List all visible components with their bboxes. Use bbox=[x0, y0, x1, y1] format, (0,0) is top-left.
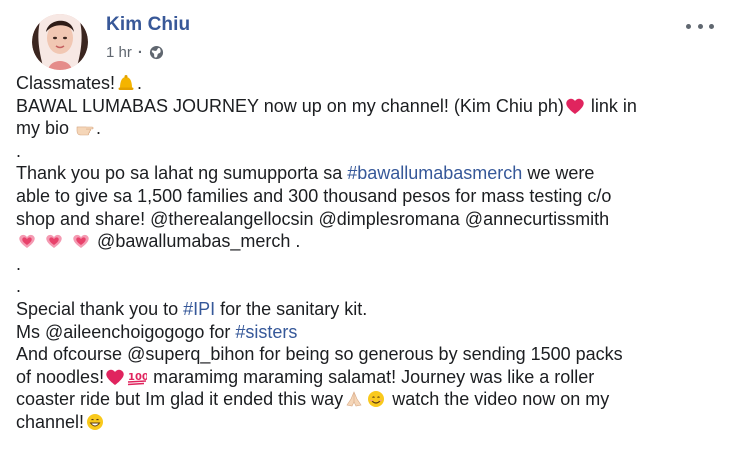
folded-hands-icon bbox=[344, 390, 364, 408]
globe-icon bbox=[149, 45, 164, 60]
avatar[interactable] bbox=[32, 14, 88, 70]
post-line: @bawallumabas_merch . bbox=[16, 230, 736, 253]
hashtag-link[interactable]: #bawallumabasmerch bbox=[347, 163, 522, 183]
post-line: Thank you po sa lahat ng sumupporta sa #… bbox=[16, 163, 595, 184]
post-line: . bbox=[16, 253, 22, 274]
post-line: BAWAL LUMABAS JOURNEY now up on my chann… bbox=[16, 95, 637, 116]
post-line: . bbox=[16, 140, 22, 161]
post-line: my bio . bbox=[16, 118, 102, 139]
red-heart-icon bbox=[105, 368, 125, 386]
pointing-hand-icon bbox=[75, 119, 95, 137]
meta-separator: · bbox=[137, 44, 143, 61]
pink-heart-icon bbox=[17, 232, 37, 250]
post-line: shop and share! @therealangellocsin @dim… bbox=[16, 208, 610, 229]
facebook-post: Kim Chiu 1 hr · Classmates!. BAWAL LUMAB… bbox=[0, 0, 750, 450]
post-line: able to give sa 1,500 families and 300 t… bbox=[16, 185, 612, 206]
post-time[interactable]: 1 hr bbox=[106, 44, 132, 61]
author-name[interactable]: Kim Chiu bbox=[106, 14, 190, 36]
hashtag-link[interactable]: #sisters bbox=[235, 322, 297, 342]
pink-heart-icon bbox=[44, 232, 64, 250]
post-content: Classmates!. BAWAL LUMABAS JOURNEY now u… bbox=[16, 72, 736, 434]
post-meta: 1 hr · bbox=[106, 44, 164, 61]
hundred-points-icon: 100 bbox=[127, 368, 147, 386]
pink-heart-icon bbox=[71, 232, 91, 250]
hashtag-link[interactable]: #IPI bbox=[183, 299, 215, 319]
smiling-face-icon bbox=[366, 390, 386, 408]
post-line: of noodles! 100 maramimg maraming salamat… bbox=[16, 366, 595, 387]
post-line: . bbox=[16, 276, 22, 297]
post-line: channel! bbox=[16, 411, 736, 434]
post-line: coaster ride but Im glad it ended this w… bbox=[16, 389, 610, 410]
red-heart-icon bbox=[565, 97, 585, 115]
grinning-face-icon bbox=[85, 413, 105, 431]
more-options-icon[interactable] bbox=[686, 16, 714, 36]
profile-photo-icon bbox=[32, 14, 88, 70]
post-line: And ofcourse @superq_bihon for being so … bbox=[16, 344, 623, 365]
post-header: Kim Chiu 1 hr · bbox=[16, 10, 734, 70]
post-line: Special thank you to #IPI for the sanita… bbox=[16, 298, 368, 319]
post-line: Classmates!. bbox=[16, 73, 143, 93]
bell-emoji-icon bbox=[116, 74, 136, 92]
post-line: Ms @aileenchoigogogo for #sisters bbox=[16, 321, 298, 342]
